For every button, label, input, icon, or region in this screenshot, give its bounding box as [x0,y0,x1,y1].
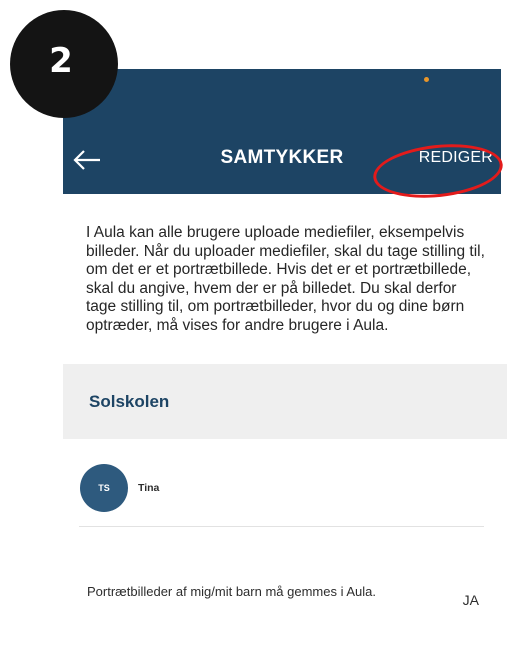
consent-row: Portrætbilleder af mig/mit barn må gemme… [87,584,479,624]
avatar: TS [80,464,128,512]
back-button[interactable] [69,145,105,175]
school-name: Solskolen [89,392,170,411]
school-section-header: Solskolen [63,364,507,439]
consent-label: Portrætbilleder af mig/mit barn må gemme… [87,584,376,599]
intro-description: I Aula kan alle brugere uploade mediefil… [86,224,485,334]
user-name: Tina [138,482,160,494]
user-row: TS Tina [80,463,484,513]
arrow-left-icon [73,150,100,170]
screenshot-stage: 2 SAMTYKKER REDIGER I Aula kan alle brug… [0,0,510,660]
notification-dot [424,77,429,82]
step-number-badge: 2 [10,10,118,118]
consent-value: JA [462,592,479,608]
divider [79,526,484,527]
